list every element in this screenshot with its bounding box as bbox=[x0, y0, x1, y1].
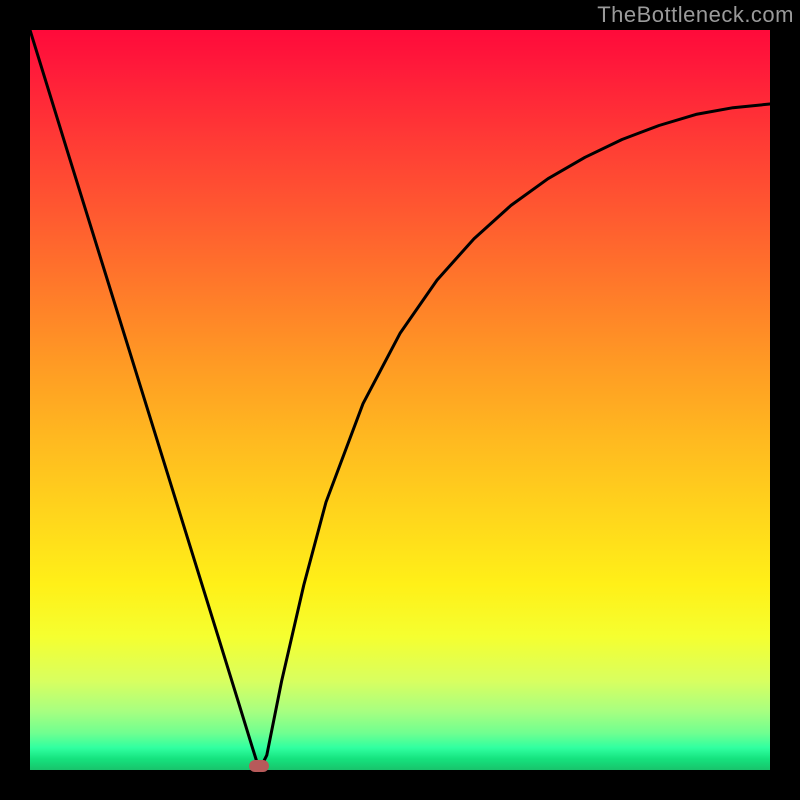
minimum-marker bbox=[249, 760, 269, 772]
chart-frame: TheBottleneck.com bbox=[0, 0, 800, 800]
watermark-text: TheBottleneck.com bbox=[597, 2, 794, 28]
curve-svg bbox=[30, 30, 770, 770]
bottleneck-curve bbox=[30, 30, 770, 770]
plot-area bbox=[30, 30, 770, 770]
